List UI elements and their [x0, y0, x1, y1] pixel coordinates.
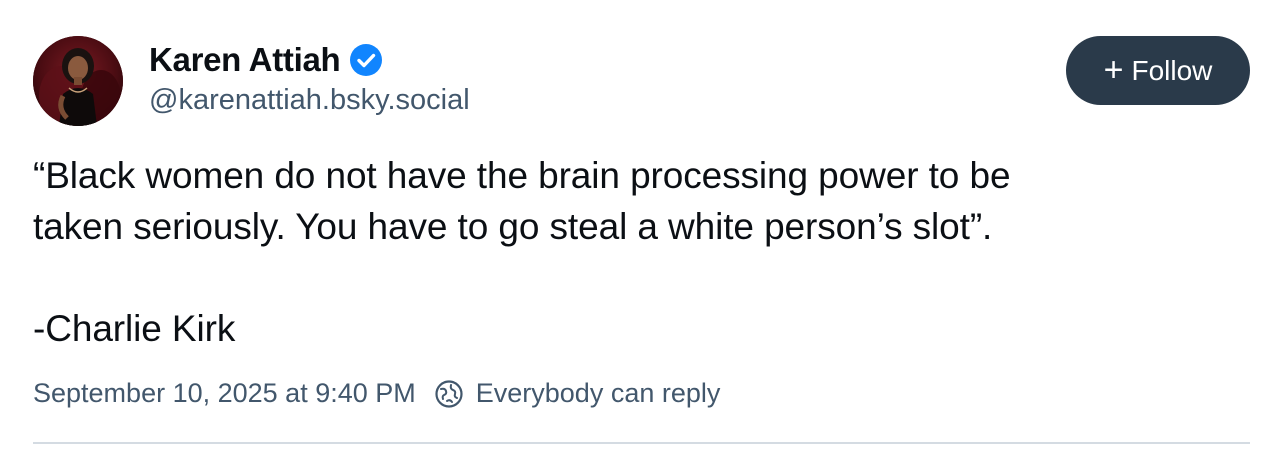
divider — [33, 442, 1250, 444]
reply-setting-label: Everybody can reply — [475, 378, 721, 408]
post-text-line: taken seriously. You have to go steal a … — [33, 206, 993, 247]
follow-button[interactable]: + Follow — [1066, 36, 1250, 105]
author-handle[interactable]: @karenattiah.bsky.social — [149, 84, 470, 117]
post-meta: September 10, 2025 at 9:40 PM Everybody … — [33, 378, 720, 409]
avatar-photo — [33, 36, 123, 126]
plus-icon: + — [1103, 50, 1124, 89]
post-text-line: “Black women do not have the brain proce… — [33, 155, 1011, 196]
avatar[interactable] — [33, 36, 123, 126]
author-block: Karen Attiah @karenattiah.bsky.social — [149, 38, 470, 117]
post-card: Karen Attiah @karenattiah.bsky.social + … — [0, 0, 1280, 450]
post-text: “Black women do not have the brain proce… — [33, 150, 1243, 354]
verified-badge-icon[interactable] — [350, 44, 383, 76]
globe-icon — [434, 379, 464, 409]
display-name-row: Karen Attiah — [149, 38, 470, 82]
post-timestamp[interactable]: September 10, 2025 at 9:40 PM — [33, 378, 416, 409]
reply-setting[interactable]: Everybody can reply — [434, 378, 721, 409]
follow-button-label: Follow — [1131, 54, 1213, 86]
post-text-line: -Charlie Kirk — [33, 308, 236, 349]
display-name[interactable]: Karen Attiah — [149, 41, 341, 79]
